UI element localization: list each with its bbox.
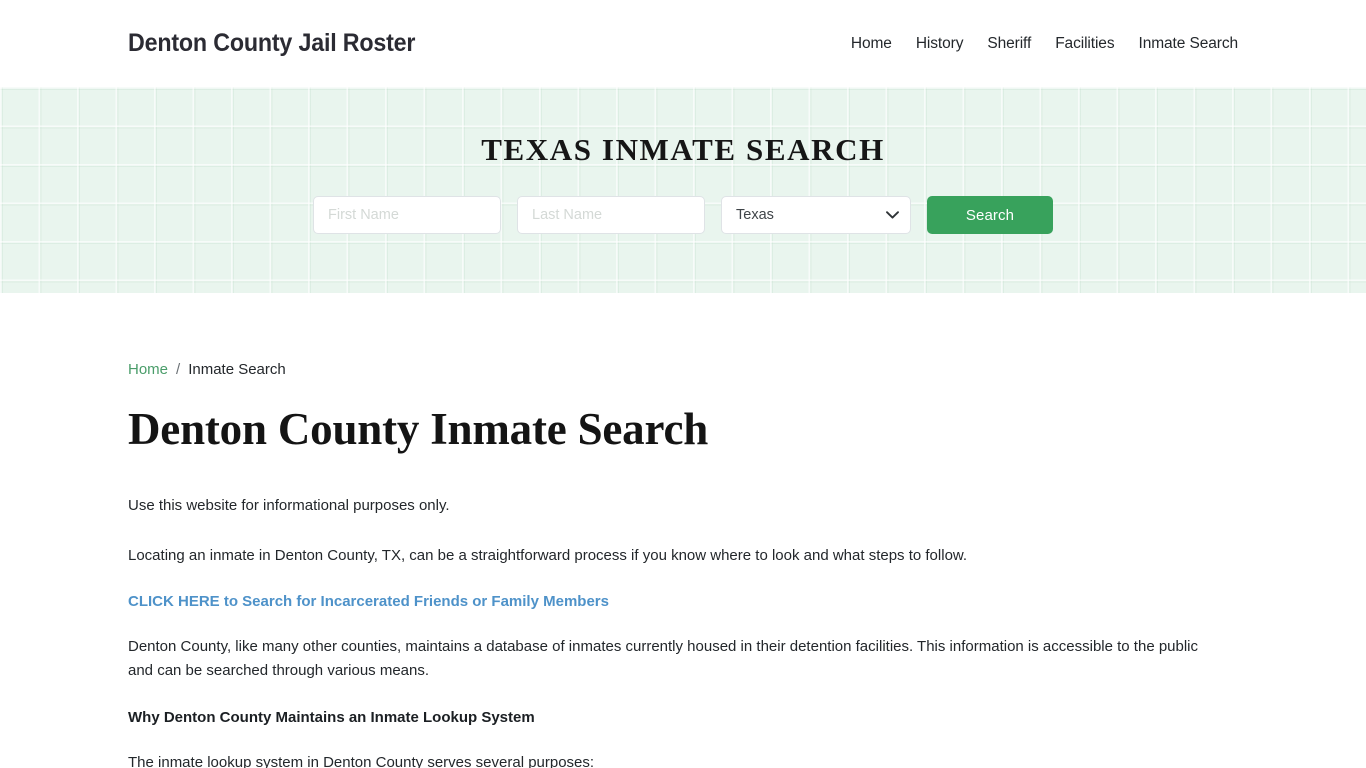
breadcrumb-current: Inmate Search: [188, 361, 286, 378]
paragraph-informational-purposes: Use this website for informational purpo…: [128, 497, 450, 515]
state-select[interactable]: Texas: [721, 196, 911, 234]
nav-item-facilities[interactable]: Facilities: [1055, 35, 1114, 53]
main-content: Home / Inmate Search Denton County Inmat…: [0, 293, 1366, 768]
breadcrumb: Home / Inmate Search: [128, 361, 1238, 378]
cta-link-search-incarcerated[interactable]: CLICK HERE to Search for Incarcerated Fr…: [128, 593, 1238, 610]
first-name-input[interactable]: [313, 196, 501, 234]
nav-item-inmate-search[interactable]: Inmate Search: [1138, 35, 1238, 53]
last-name-input[interactable]: [517, 196, 705, 234]
paragraph-several-purposes: The inmate lookup system in Denton Count…: [128, 753, 595, 768]
page-root: Denton County Jail Roster Home History S…: [0, 0, 1366, 768]
site-header: Denton County Jail Roster Home History S…: [0, 0, 1366, 87]
page-title: Denton County Inmate Search: [128, 404, 709, 454]
state-select-wrapper: Texas: [721, 196, 911, 234]
inmate-search-form: Texas Search: [313, 196, 1053, 234]
paragraph-database-info: Denton County, like many other counties,…: [128, 637, 1199, 680]
breadcrumb-link-home[interactable]: Home: [128, 361, 168, 378]
breadcrumb-separator: /: [176, 361, 181, 378]
paragraph-locating-inmate: Locating an inmate in Denton County, TX,…: [128, 546, 968, 564]
main-navigation: Home History Sheriff Facilities Inmate S…: [851, 35, 1238, 53]
search-button[interactable]: Search: [927, 196, 1053, 234]
site-logo[interactable]: Denton County Jail Roster: [128, 29, 415, 58]
nav-item-home[interactable]: Home: [851, 35, 892, 53]
nav-item-history[interactable]: History: [916, 35, 964, 53]
nav-item-sheriff[interactable]: Sheriff: [987, 35, 1031, 53]
hero-search-banner: TEXAS INMATE SEARCH Texas Search: [0, 87, 1366, 293]
hero-title: TEXAS INMATE SEARCH: [481, 132, 885, 167]
sub-heading-why-lookup-system: Why Denton County Maintains an Inmate Lo…: [128, 708, 535, 726]
